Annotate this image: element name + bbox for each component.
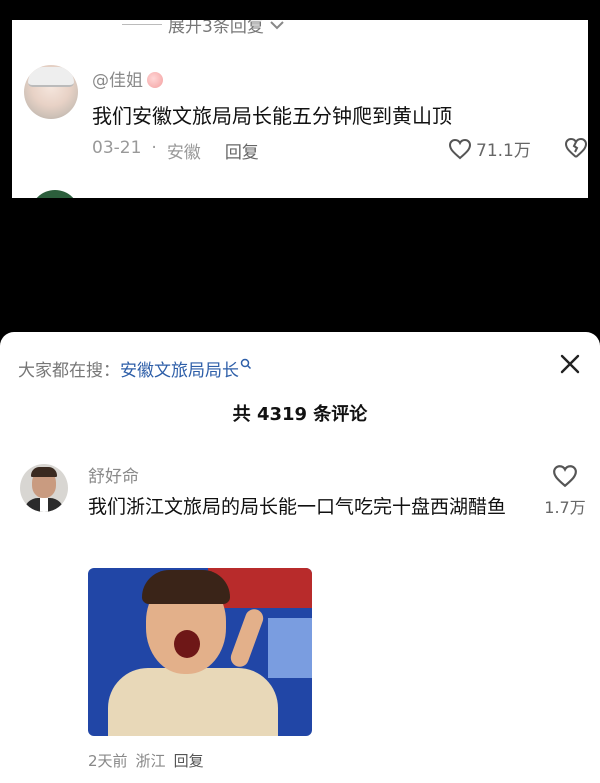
previous-comment-card: 展开3条回复 @佳姐 我们安徽文旅局局长能五分钟爬到黄山顶 03-21 · 安徽…	[12, 20, 588, 198]
search-icon	[240, 358, 252, 370]
trending-search-prefix: 大家都在搜：	[18, 361, 120, 381]
comment-image[interactable]	[88, 568, 312, 736]
expand-replies[interactable]: 展开3条回复	[122, 20, 284, 37]
comment-text: 我们浙江文旅局的局长能一口气吃完十盘西湖醋鱼	[88, 496, 507, 518]
close-icon[interactable]	[558, 352, 582, 376]
heart-icon	[553, 465, 577, 488]
comment-meta: 2天前 浙江 回复	[88, 750, 204, 771]
comment-username[interactable]: 舒好命	[88, 462, 139, 487]
trending-search-term[interactable]: 安徽文旅局局长	[120, 361, 239, 381]
trending-search[interactable]: 大家都在搜：安徽文旅局局长	[18, 356, 252, 381]
comment-date: 03-21	[92, 138, 142, 158]
comment-count: 共 4319 条评论	[232, 404, 368, 425]
like-count: 1.7万	[544, 498, 586, 517]
expand-replies-label: 展开3条回复	[168, 20, 264, 37]
reply-button[interactable]: 回复	[174, 750, 204, 771]
reply-button[interactable]: 回复	[225, 138, 259, 163]
comment-meta: 03-21 · 安徽 回复	[92, 138, 259, 163]
peach-emoji-icon	[147, 72, 163, 88]
username-text: @佳姐	[92, 71, 143, 91]
meta-separator: ·	[151, 138, 157, 158]
comment-time: 2天前	[88, 752, 128, 770]
comment-username[interactable]: @佳姐	[92, 66, 163, 91]
like-count: 71.1万	[476, 141, 531, 161]
divider-line	[122, 24, 162, 25]
comment-sheet: 大家都在搜：安徽文旅局局长 共 4319 条评论 舒好命 我们浙江文旅局的局长能…	[0, 332, 600, 783]
like-button[interactable]: 1.7万	[540, 464, 590, 518]
chevron-down-icon	[270, 20, 284, 29]
comment-text: 我们安徽文旅局局长能五分钟爬到黄山顶	[92, 104, 452, 128]
comment-location: 浙江	[135, 752, 166, 770]
heart-icon	[448, 138, 472, 159]
avatar[interactable]	[20, 464, 68, 512]
broken-heart-icon[interactable]	[564, 137, 588, 159]
like-button[interactable]: 71.1万	[448, 136, 531, 161]
avatar[interactable]	[24, 65, 78, 119]
next-comment-avatar[interactable]	[30, 190, 80, 198]
comment-location: 安徽	[166, 143, 201, 163]
